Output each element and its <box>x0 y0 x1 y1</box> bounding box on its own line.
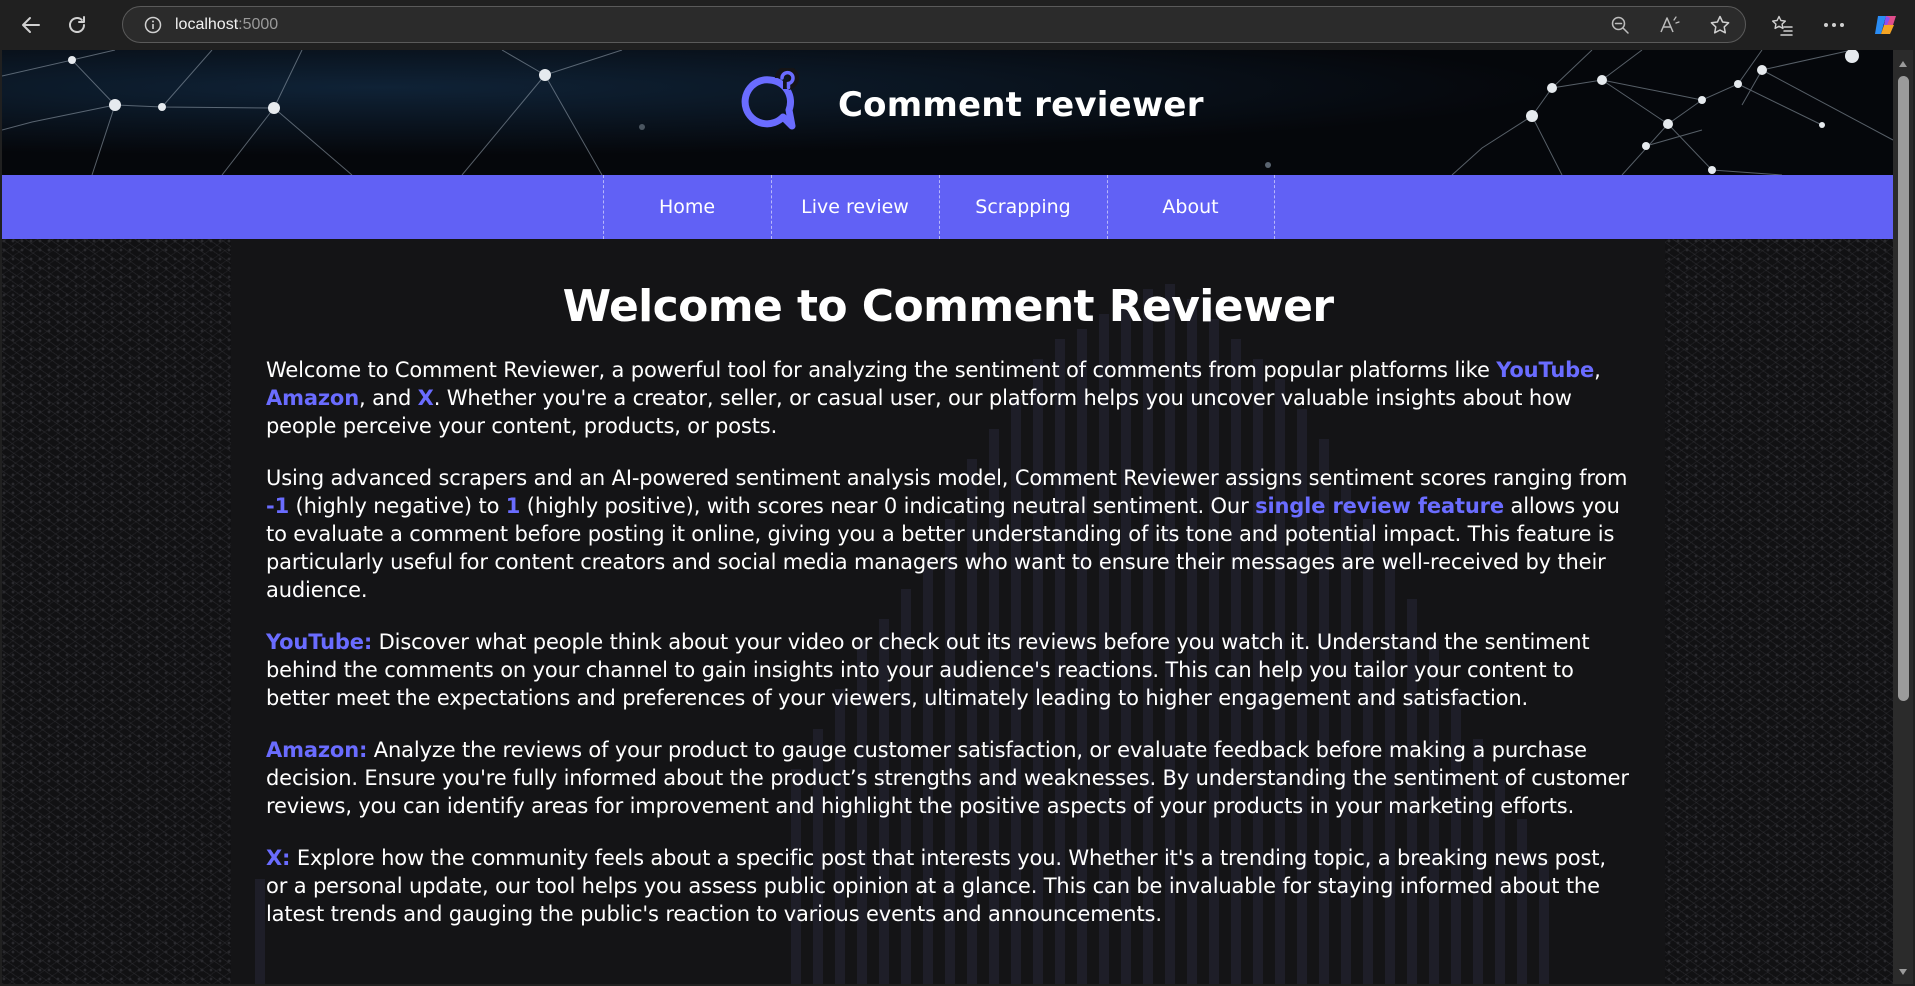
scores-paragraph: Using advanced scrapers and an AI-powere… <box>266 464 1632 604</box>
url-host: localhost <box>175 15 239 33</box>
positive-score-value: 1 <box>505 494 521 518</box>
intro-text-3: , and <box>359 386 418 410</box>
intro-text-1: Welcome to Comment Reviewer, a powerful … <box>266 358 1497 382</box>
scroll-up-arrow-icon[interactable] <box>1897 58 1909 70</box>
scrollbar-thumb[interactable] <box>1898 76 1909 701</box>
page-viewport: Comment reviewer Home Live review Scrapp… <box>2 50 1893 984</box>
zoom-out-icon[interactable] <box>1605 10 1635 40</box>
amazon-label: Amazon: <box>266 738 368 762</box>
x-text: Explore how the community feels about a … <box>266 846 1606 926</box>
browser-toolbar: localhost:5000 <box>0 0 1915 50</box>
scores-text-1: Using advanced scrapers and an AI-powere… <box>266 466 1628 490</box>
youtube-text: Discover what people think about your vi… <box>266 630 1590 710</box>
page-title: Welcome to Comment Reviewer <box>562 281 1334 332</box>
nav-about-link[interactable]: About <box>1106 175 1275 239</box>
url-port: :5000 <box>238 15 279 33</box>
scores-text-3: (highly positive), with scores near 0 in… <box>520 494 1256 518</box>
copilot-icon[interactable] <box>1869 8 1903 42</box>
scores-text-2: (highly negative) to <box>289 494 506 518</box>
youtube-paragraph: YouTube: Discover what people think abou… <box>266 628 1632 712</box>
address-bar[interactable]: localhost:5000 <box>122 6 1746 43</box>
site-header: Comment reviewer <box>2 50 1893 175</box>
x-link[interactable]: X <box>418 386 434 410</box>
amazon-link[interactable]: Amazon <box>266 386 359 410</box>
main-content: Welcome to Comment Reviewer Welcome to C… <box>231 239 1665 984</box>
youtube-link[interactable]: YouTube <box>1496 358 1594 382</box>
intro-text-4: . Whether you're a creator, seller, or c… <box>266 386 1572 438</box>
nav-home-link[interactable]: Home <box>602 175 771 239</box>
intro-paragraph: Welcome to Comment Reviewer, a powerful … <box>266 356 1632 440</box>
scroll-down-arrow-icon[interactable] <box>1897 966 1909 978</box>
content-text: Welcome to Comment Reviewer, a powerful … <box>266 356 1632 928</box>
more-options-icon[interactable] <box>1817 8 1851 42</box>
youtube-label: YouTube: <box>266 630 373 654</box>
read-aloud-icon[interactable] <box>1655 10 1685 40</box>
back-icon[interactable] <box>11 5 51 45</box>
favorite-star-icon[interactable] <box>1705 10 1735 40</box>
brand[interactable]: Comment reviewer <box>732 65 1204 143</box>
page-scrollbar[interactable] <box>1893 50 1913 984</box>
intro-text-2: , <box>1594 358 1601 382</box>
chat-bubble-question-icon <box>732 65 802 143</box>
amazon-paragraph: Amazon: Analyze the reviews of your prod… <box>266 736 1632 820</box>
url-text[interactable]: localhost:5000 <box>175 16 278 34</box>
amazon-text: Analyze the reviews of your product to g… <box>266 738 1629 818</box>
single-review-feature-link[interactable]: single review feature <box>1255 494 1504 518</box>
site-title: Comment reviewer <box>838 85 1204 125</box>
x-label: X: <box>266 846 291 870</box>
nav-live-review-link[interactable]: Live review <box>770 175 939 239</box>
negative-score-value: -1 <box>266 494 290 518</box>
nav-scrapping-link[interactable]: Scrapping <box>938 175 1107 239</box>
reload-icon[interactable] <box>57 5 97 45</box>
main-navbar: Home Live review Scrapping About <box>2 175 1893 239</box>
favorites-list-icon[interactable] <box>1765 8 1799 42</box>
site-info-icon[interactable] <box>143 15 163 35</box>
x-paragraph: X: Explore how the community feels about… <box>266 844 1632 928</box>
